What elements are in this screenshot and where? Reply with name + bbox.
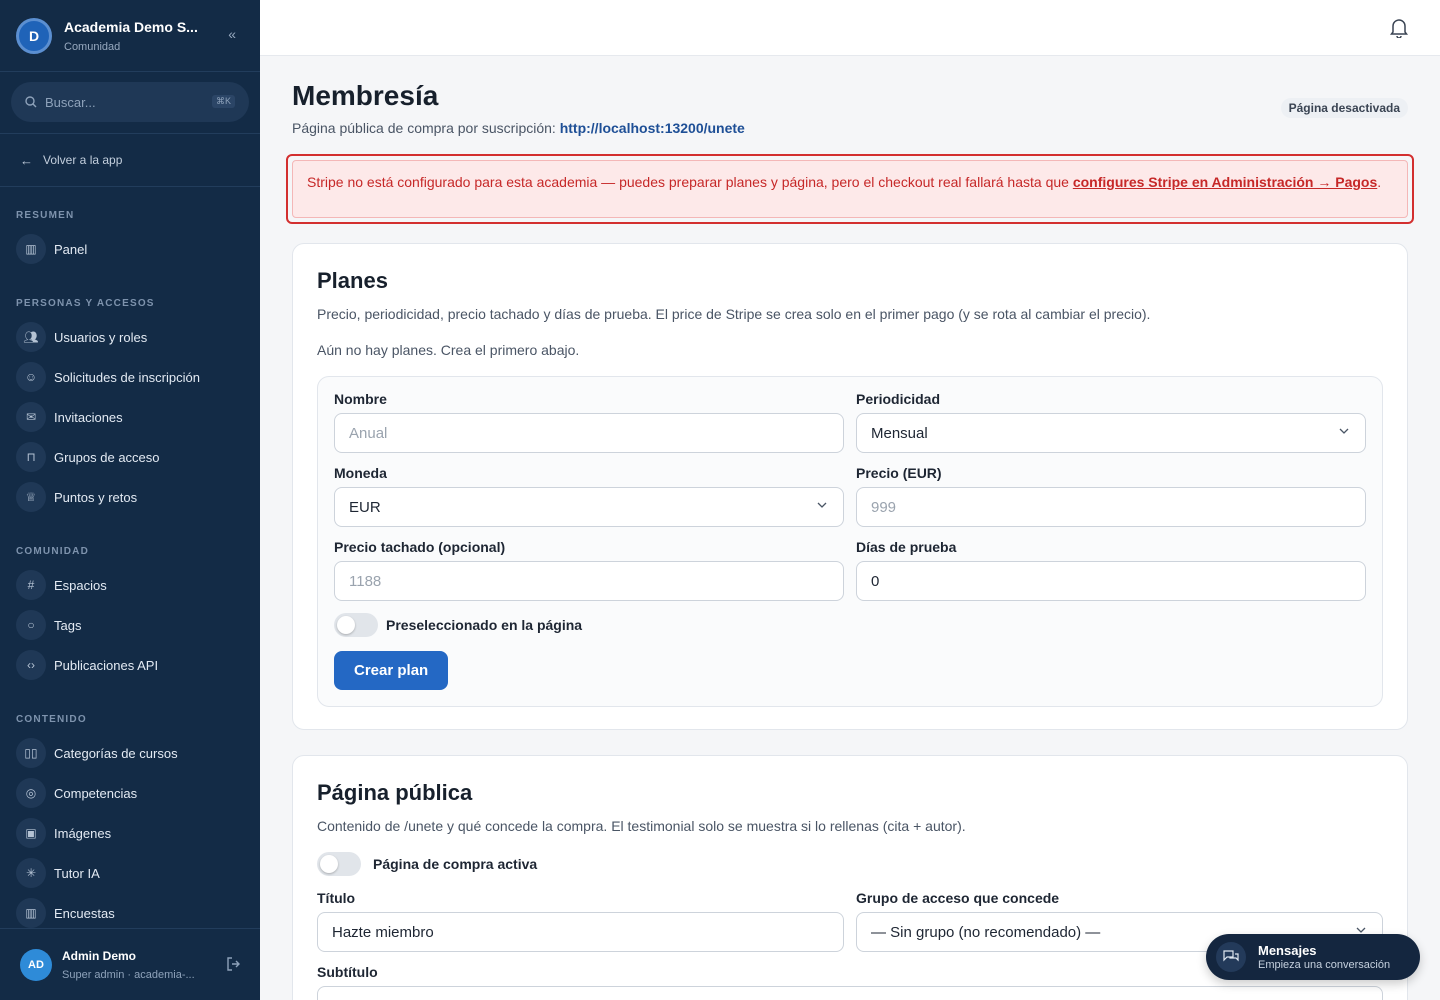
chart-icon: ▥: [16, 234, 46, 264]
user-menu[interactable]: AD Admin Demo Super admin · academia-...: [0, 928, 260, 1000]
create-plan-button[interactable]: Crear plan: [334, 651, 449, 690]
award-icon: ◎: [16, 778, 46, 808]
sidebar-item-puntos[interactable]: ♕ Puntos y retos: [0, 477, 260, 517]
price-label: Precio (EUR): [856, 465, 942, 481]
sidebar-item-invitaciones[interactable]: ✉ Invitaciones: [0, 397, 260, 437]
strike-price-label: Precio tachado (opcional): [334, 539, 506, 555]
brand-name: Academia Demo S...: [64, 18, 198, 35]
sidebar-item-usuarios[interactable]: 👥︎ Usuarios y roles: [0, 317, 260, 357]
bell-icon[interactable]: [1390, 18, 1408, 38]
sidebar-item-tags[interactable]: ○ Tags: [0, 605, 260, 645]
preselected-label: Preseleccionado en la página: [386, 617, 583, 633]
new-plan-form: Nombre Anual Periodicidad Mensual Moneda…: [317, 376, 1383, 707]
search-icon: [25, 96, 37, 108]
collapse-sidebar-icon[interactable]: «: [228, 26, 236, 42]
back-label: Volver a la app: [43, 153, 123, 167]
public-page-description: Contenido de /unete y qué concede la com…: [317, 818, 966, 834]
chart-icon: ▥: [16, 898, 46, 928]
sidebar-item-solicitudes[interactable]: ☺ Solicitudes de inscripción: [0, 357, 260, 397]
brand-subtitle: Comunidad: [64, 40, 121, 53]
search-input[interactable]: Buscar... ⌘K: [11, 82, 249, 122]
stripe-alert: Stripe no está configurado para esta aca…: [286, 154, 1414, 224]
currency-select[interactable]: EUR: [334, 487, 844, 527]
user-role: Super admin · academia-...: [62, 968, 195, 981]
page-subtitle: Página pública de compra por suscripción…: [292, 120, 745, 136]
section-title-personas: PERSONAS Y ACCESOS: [16, 297, 155, 309]
search-placeholder: Buscar...: [45, 94, 96, 110]
plans-description: Precio, periodicidad, precio tachado y d…: [317, 306, 1151, 322]
sidebar-item-categorias[interactable]: ▯▯ Categorías de cursos: [0, 733, 260, 773]
sidebar-item-competencias[interactable]: ◎ Competencias: [0, 773, 260, 813]
code-icon: ‹›: [16, 650, 46, 680]
plans-card: Planes Precio, periodicidad, precio tach…: [292, 243, 1408, 730]
currency-label: Moneda: [334, 465, 387, 481]
public-page-title: Página pública: [317, 780, 473, 805]
subtitle-input[interactable]: [317, 986, 1383, 1000]
status-badge: Página desactivada: [1280, 98, 1408, 118]
chat-icon: [1216, 942, 1246, 972]
brand-header: D Academia Demo S... Comunidad «: [0, 0, 260, 72]
trial-days-input[interactable]: 0: [856, 561, 1366, 601]
section-title-resumen: RESUMEN: [16, 209, 75, 221]
image-icon: ▣: [16, 818, 46, 848]
section-title-comunidad: COMUNIDAD: [16, 545, 90, 557]
name-input[interactable]: Anual: [334, 413, 844, 453]
sidebar: D Academia Demo S... Comunidad « Buscar.…: [0, 0, 260, 1000]
period-select[interactable]: Mensual: [856, 413, 1366, 453]
purchase-page-toggle[interactable]: [317, 852, 361, 876]
page-title: Membresía: [292, 80, 439, 111]
page-header: Membresía Página pública de compra por s…: [292, 80, 1408, 136]
trophy-icon: ♕: [16, 482, 46, 512]
sidebar-item-panel[interactable]: ▥ Panel: [0, 229, 260, 269]
mail-icon: ✉: [16, 402, 46, 432]
sidebar-item-encuestas[interactable]: ▥ Encuestas: [0, 893, 260, 933]
price-input[interactable]: 999: [856, 487, 1366, 527]
chat-subtitle: Empieza una conversación: [1258, 959, 1391, 971]
sidebar-item-publicaciones[interactable]: ‹› Publicaciones API: [0, 645, 260, 685]
sidebar-item-espacios[interactable]: # Espacios: [0, 565, 260, 605]
top-bar: [260, 0, 1440, 56]
user-icon: ☺: [16, 362, 46, 392]
sparkle-icon: ✳: [16, 858, 46, 888]
section-title-contenido: CONTENIDO: [16, 713, 87, 725]
plans-title: Planes: [317, 268, 388, 293]
name-label: Nombre: [334, 391, 387, 407]
sidebar-item-grupos[interactable]: ⊓ Grupos de acceso: [0, 437, 260, 477]
plans-empty-message: Aún no hay planes. Crea el primero abajo…: [317, 342, 580, 358]
chat-title: Mensajes: [1258, 943, 1317, 958]
trial-days-label: Días de prueba: [856, 539, 957, 555]
chevron-down-icon: [817, 502, 827, 508]
message-icon: ○: [16, 610, 46, 640]
back-to-app-link[interactable]: ← Volver a la app: [0, 134, 260, 187]
purchase-page-label: Página de compra activa: [373, 856, 538, 872]
preselected-toggle[interactable]: [334, 613, 378, 637]
users-icon: 👥︎: [16, 322, 46, 352]
sidebar-item-imagenes[interactable]: ▣ Imágenes: [0, 813, 260, 853]
avatar: AD: [20, 948, 52, 981]
messages-button[interactable]: Mensajes Empieza una conversación: [1206, 934, 1420, 980]
book-icon: ▯▯: [16, 738, 46, 768]
title-input[interactable]: Hazte miembro: [317, 912, 844, 952]
lock-icon: ⊓: [16, 442, 46, 472]
title-label: Título: [317, 890, 356, 906]
chevron-down-icon: [1339, 428, 1349, 434]
search-shortcut: ⌘K: [211, 95, 235, 108]
configure-stripe-link[interactable]: configures Stripe en Administración → Pa…: [1073, 174, 1377, 190]
sidebar-item-tutor[interactable]: ✳ Tutor IA: [0, 853, 260, 893]
logout-icon[interactable]: [226, 957, 240, 971]
public-page-link[interactable]: http://localhost:13200/unete: [560, 120, 745, 136]
access-group-label: Grupo de acceso que concede: [856, 890, 1060, 906]
brand-logo: D: [16, 17, 52, 54]
user-name: Admin Demo: [62, 948, 137, 963]
strike-price-input[interactable]: 1188: [334, 561, 844, 601]
hash-icon: #: [16, 570, 46, 600]
chevron-down-icon: [1356, 927, 1366, 933]
period-label: Periodicidad: [856, 391, 941, 407]
arrow-left-icon: ←: [20, 152, 33, 168]
